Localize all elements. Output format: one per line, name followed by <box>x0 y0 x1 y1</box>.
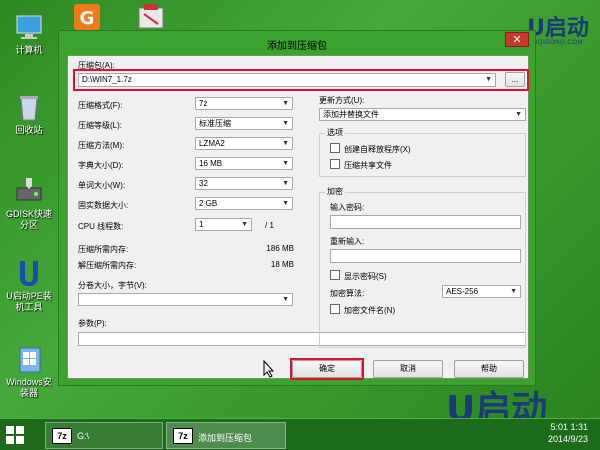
cpu-select[interactable]: 1 ▼ <box>195 218 252 231</box>
cancel-button[interactable]: 取消 <box>373 360 443 378</box>
sfx-label: 创建自释放程序(X) <box>344 145 411 154</box>
mem-compress-value: 186 MB <box>266 244 294 253</box>
chevron-down-icon: ▼ <box>515 111 522 118</box>
solid-value: 2 GB <box>199 199 218 208</box>
encryption-method-select[interactable]: AES-256 ▼ <box>442 285 521 298</box>
toolbox-icon[interactable] <box>136 2 166 32</box>
computer-desktop-icon[interactable]: 计算机 <box>4 12 54 56</box>
windows-installer-desktop-icon[interactable]: Windows安装器 <box>4 344 54 399</box>
word-select[interactable]: 32 ▼ <box>195 177 293 190</box>
word-value: 32 <box>199 179 208 188</box>
encryption-method-label: 加密算法: <box>330 289 365 298</box>
options-title: 选项 <box>325 127 345 138</box>
desktop-icon-label: U启动PE装机工具 <box>6 291 52 312</box>
level-label: 压缩等级(L): <box>78 121 122 130</box>
cpu-total: / 1 <box>265 221 274 230</box>
encryption-method-value: AES-256 <box>446 287 479 296</box>
method-select[interactable]: LZMA2 ▼ <box>195 137 293 150</box>
archive-highlight-box <box>73 69 529 91</box>
password-confirm-input[interactable] <box>330 249 521 263</box>
word-label: 单词大小(W): <box>78 181 126 190</box>
chevron-down-icon: ▼ <box>282 160 289 167</box>
encrypt-names-checkbox[interactable] <box>330 304 340 314</box>
params-label: 参数(P): <box>78 319 107 328</box>
desktop-icon-label: GDISK快速分区 <box>5 209 52 230</box>
taskbar-item-add-archive[interactable]: 7z 添加到压缩包 <box>166 422 286 449</box>
solid-label: 固实数据大小: <box>78 201 129 210</box>
recycle-bin-desktop-icon[interactable]: 回收站 <box>4 92 54 136</box>
split-select[interactable]: ▼ <box>78 293 293 306</box>
dialog-client-area: 压缩包(A): D:\WIN7_1.7z ▼ ... 压缩格式(F): 7z ▼ … <box>67 55 529 380</box>
chevron-down-icon: ▼ <box>282 120 289 127</box>
pe-tool-desktop-icon[interactable]: U启动PE装机工具 <box>4 258 54 313</box>
password-confirm-label: 重新输入: <box>330 237 365 246</box>
show-password-label: 显示密码(S) <box>344 272 387 281</box>
mem-decompress-value: 18 MB <box>270 260 294 269</box>
gdisk-desktop-icon[interactable]: GDISK快速分区 <box>4 176 54 231</box>
taskbar: 7z G:\ 7z 添加到压缩包 5:01 1:31 2014/9/23 <box>0 418 600 450</box>
clock-date: 2014/9/23 <box>547 434 588 444</box>
cpu-label: CPU 线程数: <box>78 222 124 231</box>
method-value: LZMA2 <box>199 139 225 148</box>
ok-highlight-box <box>290 358 364 380</box>
mem-decompress-label: 解压缩所需内存: <box>78 261 137 270</box>
password-input[interactable] <box>330 215 521 229</box>
encryption-title: 加密 <box>325 186 345 197</box>
windows-start-icon[interactable] <box>6 426 24 444</box>
7zip-icon: 7z <box>52 428 72 444</box>
7zip-icon: 7z <box>173 428 193 444</box>
sfx-checkbox[interactable] <box>330 143 340 153</box>
add-to-archive-dialog: 添加到压缩包 ✕ 压缩包(A): D:\WIN7_1.7z ▼ ... 压缩格式… <box>58 30 536 386</box>
update-select[interactable]: 添加并替换文件 ▼ <box>319 108 526 121</box>
password-label: 输入密码: <box>330 203 365 212</box>
desktop-icon-label: 计算机 <box>15 45 43 55</box>
cpu-value: 1 <box>199 220 204 229</box>
chevron-down-icon: ▼ <box>510 288 517 295</box>
split-label: 分卷大小，字节(V): <box>78 281 147 290</box>
mouse-cursor-icon <box>263 359 275 378</box>
method-label: 压缩方法(M): <box>78 141 125 150</box>
dialog-title: 添加到压缩包 <box>267 41 327 52</box>
desktop-icon-label: Windows安装器 <box>6 377 52 398</box>
encrypt-names-label: 加密文件名(N) <box>344 306 396 315</box>
update-label: 更新方式(U): <box>319 96 365 105</box>
windows-installer-icon <box>14 344 44 374</box>
chevron-down-icon: ▼ <box>241 221 248 228</box>
mem-compress-label: 压缩所需内存: <box>78 245 129 254</box>
taskbar-item-explorer[interactable]: 7z G:\ <box>45 422 163 449</box>
chevron-down-icon: ▼ <box>282 100 289 107</box>
svg-text:G: G <box>80 8 95 29</box>
computer-icon <box>14 12 44 42</box>
chevron-down-icon: ▼ <box>282 180 289 187</box>
chevron-down-icon: ▼ <box>282 200 289 207</box>
solid-select[interactable]: 2 GB ▼ <box>195 197 293 210</box>
format-label: 压缩格式(F): <box>78 101 123 110</box>
level-select[interactable]: 标准压缩 ▼ <box>195 117 293 130</box>
level-value: 标准压缩 <box>199 119 231 128</box>
chevron-down-icon: ▼ <box>282 296 289 303</box>
help-button[interactable]: 帮助 <box>454 360 524 378</box>
dict-select[interactable]: 16 MB ▼ <box>195 157 293 170</box>
tray-clock[interactable]: 5:01 1:31 2014/9/23 <box>548 421 588 445</box>
u-logo-icon <box>14 258 44 288</box>
show-password-checkbox[interactable] <box>330 270 340 280</box>
dict-label: 字典大小(D): <box>78 161 124 170</box>
taskbar-item-label: G:\ <box>77 431 90 441</box>
shared-label: 压缩共享文件 <box>344 161 392 170</box>
format-select[interactable]: 7z ▼ <box>195 97 293 110</box>
recycle-bin-icon <box>14 92 44 122</box>
app-shortcut-icon[interactable]: G <box>72 2 102 32</box>
format-value: 7z <box>199 99 208 108</box>
dialog-titlebar[interactable]: 添加到压缩包 ✕ <box>59 31 535 55</box>
chevron-down-icon: ▼ <box>282 140 289 147</box>
clock-time: 5:01 1:31 <box>550 422 588 432</box>
dict-value: 16 MB <box>199 159 223 168</box>
disk-icon <box>14 176 44 206</box>
taskbar-item-label: 添加到压缩包 <box>198 433 253 443</box>
update-value: 添加并替换文件 <box>323 110 379 119</box>
desktop-icon-label: 回收站 <box>15 125 43 135</box>
shared-checkbox[interactable] <box>330 159 340 169</box>
close-button[interactable]: ✕ <box>505 32 529 47</box>
